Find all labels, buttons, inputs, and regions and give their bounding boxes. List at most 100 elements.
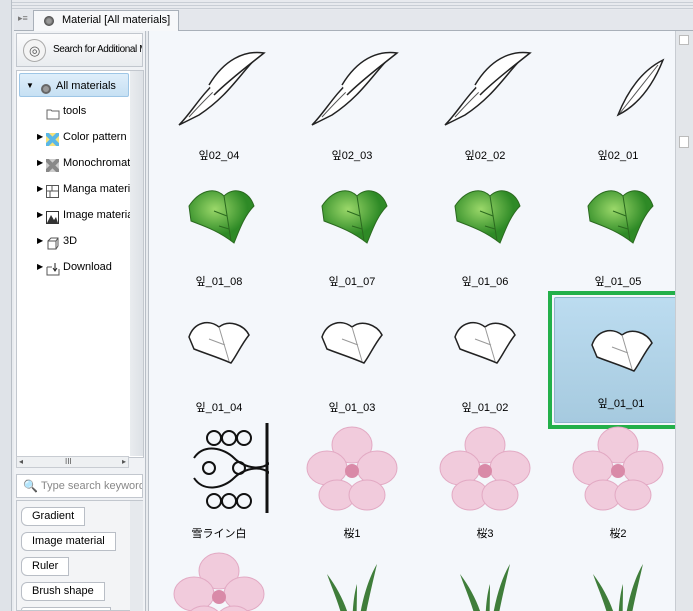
tree-item-label: Image material [63,209,131,221]
material-label: 잎_01_02 [461,402,509,414]
material-item[interactable]: 잎_01_08 [153,165,285,291]
materials-icon [40,80,53,94]
material-thumbnail [435,423,535,513]
material-item[interactable]: 桜1 [286,417,418,543]
tab-label: Material [All materials] [62,14,171,26]
expand-arrow-icon[interactable]: ▶ [37,255,43,279]
material-thumbnail [572,305,672,395]
expand-arrow-icon[interactable]: ▶ [37,203,43,227]
material-label: 잎_01_01 [597,398,645,410]
search-additional-materials-button[interactable]: ◎ Search for Additional Materials [16,33,143,67]
material-label: 잎_01_03 [328,402,376,414]
tree-item[interactable]: ▶ Download [17,255,131,279]
material-item[interactable]: 桜2 [552,417,675,543]
tag-list: Gradient Image material Ruler Brush shape [16,500,143,611]
tree-item-label: Manga material [63,183,131,195]
tag-button[interactable]: Ruler [21,557,70,576]
image-icon [46,209,59,224]
search-additional-label: Search for Additional Materials [53,44,142,55]
expand-arrow-icon[interactable]: ▶ [37,151,43,175]
material-item[interactable]: 雪ライン白 [153,417,285,543]
tab-material[interactable]: Material [All materials] [33,10,180,31]
material-thumbnail [568,423,668,513]
tree-item-label: Download [63,261,112,273]
material-item[interactable]: 桜3 [419,417,551,543]
search-icon: 🔍 [23,479,38,493]
material-label: 잎_01_04 [195,402,243,414]
keyword-search-input[interactable]: 🔍 Type search keywords [16,474,143,498]
folder-icon [46,105,60,120]
material-thumbnail [302,45,402,135]
material-thumbnail [302,549,402,611]
tag-scrollbar[interactable] [130,501,143,611]
material-item[interactable] [153,543,285,611]
expand-arrow-icon[interactable]: ▶ [37,177,43,201]
material-item[interactable]: 잎_01_02 [419,291,551,417]
monochromatic-icon [44,157,61,174]
material-item[interactable] [419,543,551,611]
material-label: 桜1 [343,528,361,540]
material-thumbnail [169,549,269,611]
material-label: 雪ライン白 [191,528,247,540]
material-label: 잎_01_08 [195,276,243,288]
material-label: 桜2 [609,528,627,540]
tag-button[interactable]: Gradient [21,507,86,526]
material-item[interactable] [552,543,675,611]
tree-item[interactable]: ▶ 3D [17,229,131,253]
tree-item[interactable]: ▼ All materials [19,73,129,97]
grid-vertical-scrollbar[interactable] [675,31,693,611]
tree-horizontal-scrollbar[interactable]: ◂ III ▸ [16,456,129,468]
material-thumbnail [568,549,668,611]
material-icon [44,16,54,26]
material-item[interactable] [286,543,418,611]
material-item[interactable]: 잎02_03 [286,39,418,165]
material-thumbnail [435,549,535,611]
material-item[interactable]: 잎_01_01 [548,291,675,429]
material-item[interactable]: 잎_01_05 [552,165,675,291]
material-label: 잎02_03 [331,150,373,162]
material-thumbnail [169,297,269,387]
tree-item[interactable]: ▶ Manga material [17,177,131,201]
color-pattern-icon [44,131,61,148]
material-thumbnail [435,45,535,135]
material-item[interactable]: 잎02_02 [419,39,551,165]
material-thumbnail [568,171,668,261]
expand-arrow-icon[interactable]: ▶ [37,125,43,149]
material-item[interactable]: 잎_01_07 [286,165,418,291]
material-thumbnail [169,423,269,513]
spiral-icon: ◎ [23,39,46,62]
material-item[interactable]: 잎_01_03 [286,291,418,417]
material-item[interactable]: 잎_01_06 [419,165,551,291]
material-thumbnail [568,45,668,135]
material-item[interactable]: 잎02_04 [153,39,285,165]
material-label: 잎_01_05 [594,276,642,288]
material-thumbnail [302,171,402,261]
cube-icon [46,235,59,250]
tree-item-label: 3D [63,235,78,247]
tree-item-label: Monochromatic pattern [63,157,131,169]
material-item[interactable]: 잎_01_04 [153,291,285,417]
tree-item-label: All materials [56,80,116,92]
tree-vertical-scrollbar[interactable] [130,71,143,456]
material-label: 잎02_01 [597,150,639,162]
tag-button[interactable]: Image material [21,532,116,551]
download-icon [46,261,60,276]
tree-item[interactable]: tools [17,99,131,123]
tree-item[interactable]: ▶ Image material [17,203,131,227]
material-item[interactable]: 잎02_01 [552,39,675,165]
tag-button[interactable] [21,607,111,610]
collapse-arrow-icon[interactable]: ▼ [26,74,34,96]
panel-menu-icon[interactable]: ▸≡ [18,13,30,25]
material-thumbnail [302,423,402,513]
tree-item[interactable]: ▶ Color pattern [17,125,131,149]
left-dock-strip [0,0,12,611]
dock-grip[interactable] [12,0,693,10]
tree-item-label: Color pattern [63,131,127,143]
material-label: 잎02_02 [464,150,506,162]
material-thumbnail [302,297,402,387]
material-grid: 잎02_04 잎02_03 잎02_02 잎02_01 잎_01_08 잎_01_07 잎_… [148,31,675,611]
manga-icon [46,183,59,198]
expand-arrow-icon[interactable]: ▶ [37,229,43,253]
tree-item[interactable]: ▶ Monochromatic pattern [17,151,131,175]
tag-button[interactable]: Brush shape [21,582,105,601]
